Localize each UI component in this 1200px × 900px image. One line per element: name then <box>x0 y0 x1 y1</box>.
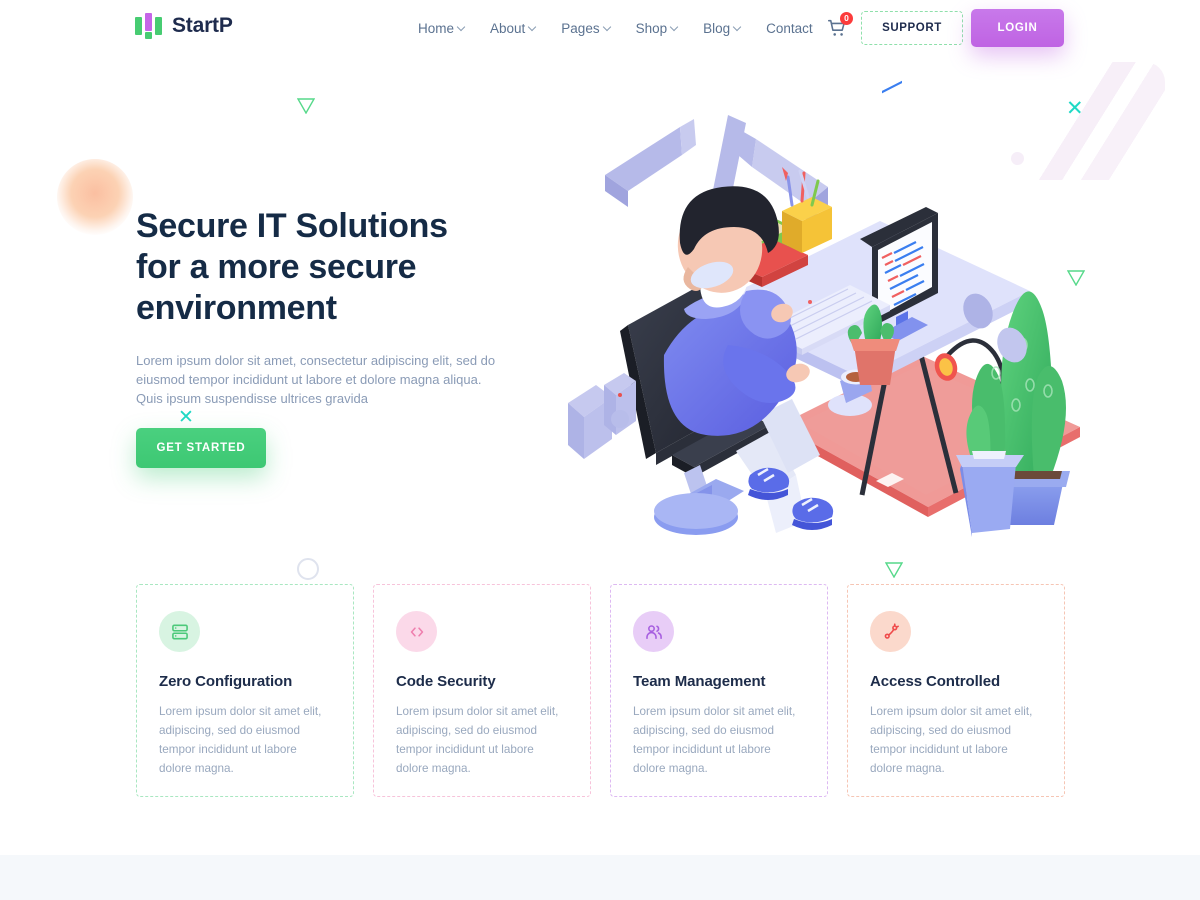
cart-badge: 0 <box>840 12 853 25</box>
nav-label: Contact <box>766 20 813 36</box>
nav-item-contact[interactable]: Contact <box>766 21 813 36</box>
login-button[interactable]: LOGIN <box>971 9 1064 47</box>
card-title: Zero Configuration <box>159 673 293 690</box>
chevron-down-icon <box>529 24 536 31</box>
hero-title: Secure IT Solutions for a more secure en… <box>136 207 448 327</box>
card-title: Code Security <box>396 673 496 690</box>
chevron-down-icon <box>734 24 741 31</box>
git-branch-icon <box>870 611 911 652</box>
feature-cards: Zero Configuration Lorem ipsum dolor sit… <box>136 584 1065 797</box>
support-button[interactable]: SUPPORT <box>861 11 963 45</box>
hero-subtitle: Lorem ipsum dolor sit amet, consectetur … <box>136 353 496 406</box>
nav-label: Home <box>418 20 455 36</box>
chevron-down-icon <box>604 24 611 31</box>
card-text: Lorem ipsum dolor sit amet elit, adipisc… <box>159 705 322 775</box>
server-stack-icon <box>159 611 200 652</box>
peach-glow-circle-decor <box>57 159 133 235</box>
feature-card-code-security[interactable]: Code Security Lorem ipsum dolor sit amet… <box>373 584 591 797</box>
feature-card-zero-configuration[interactable]: Zero Configuration Lorem ipsum dolor sit… <box>136 584 354 797</box>
card-text: Lorem ipsum dolor sit amet elit, adipisc… <box>633 705 796 775</box>
card-title: Team Management <box>633 673 766 690</box>
green-triangle-outline-decor-1 <box>297 98 315 114</box>
nav-label: Blog <box>703 20 731 36</box>
site-header: StartP Home About Pages Shop Blog Contac… <box>0 0 1200 56</box>
feature-card-team-management[interactable]: Team Management Lorem ipsum dolor sit am… <box>610 584 828 797</box>
brand-name: StartP <box>172 14 233 37</box>
feature-card-access-controlled[interactable]: Access Controlled Lorem ipsum dolor sit … <box>847 584 1065 797</box>
teal-x-mark-decor-1: ✕ <box>178 407 194 428</box>
nav-item-home[interactable]: Home <box>418 21 465 36</box>
card-title: Access Controlled <box>870 673 1001 690</box>
nav-item-blog[interactable]: Blog <box>703 21 741 36</box>
chevron-down-icon <box>458 24 465 31</box>
get-started-button[interactable]: GET STARTED <box>136 428 266 468</box>
users-group-icon <box>633 611 674 652</box>
shopping-cart-icon[interactable]: 0 <box>826 12 853 39</box>
brand-logo-link[interactable]: StartP <box>135 13 233 39</box>
nav-item-pages[interactable]: Pages <box>561 21 610 36</box>
landing-page: StartP Home About Pages Shop Blog Contac… <box>0 0 1200 900</box>
hero-text-block: Secure IT Solutions for a more secure en… <box>136 206 536 408</box>
card-text: Lorem ipsum dolor sit amet elit, adipisc… <box>870 705 1033 775</box>
code-brackets-icon <box>396 611 437 652</box>
gray-ring-decor <box>297 558 319 580</box>
card-text: Lorem ipsum dolor sit amet elit, adipisc… <box>396 705 559 775</box>
nav-item-about[interactable]: About <box>490 21 536 36</box>
main-navigation: Home About Pages Shop Blog Contact <box>418 0 813 56</box>
nav-label: Shop <box>635 20 668 36</box>
next-section-band <box>0 855 1200 900</box>
nav-item-shop[interactable]: Shop <box>636 21 679 36</box>
hero-illustration <box>560 55 1180 575</box>
chevron-down-icon <box>671 24 678 31</box>
nav-label: Pages <box>561 20 600 36</box>
bar-chart-logo-icon <box>135 13 163 39</box>
nav-label: About <box>490 20 526 36</box>
